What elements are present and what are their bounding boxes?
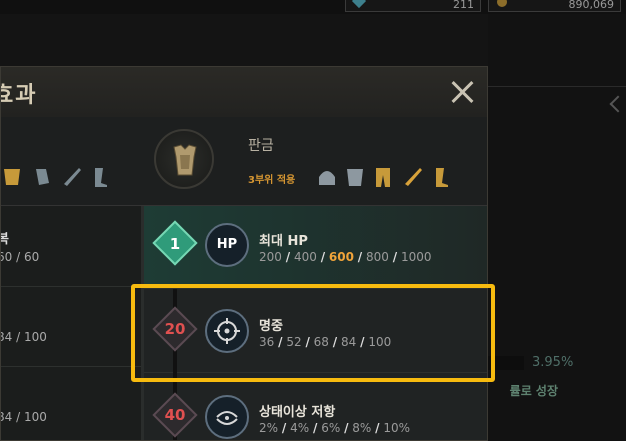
coin-counter: 890,069: [488, 0, 621, 12]
left-stat-name: 복: [1, 228, 9, 247]
modal-title: 효과: [1, 83, 38, 108]
swirl-icon: [216, 411, 238, 425]
modal-header: 효과: [1, 67, 487, 118]
coin-icon: [497, 0, 507, 7]
stat-values: 2% / 4% / 6% / 8% / 10%: [259, 421, 411, 435]
weapon-piece-icon-gold: [405, 168, 422, 186]
left-stat-values: 84 / 100: [0, 330, 47, 344]
close-icon[interactable]: [449, 79, 475, 105]
weapon-piece-icon: [64, 168, 81, 186]
left-stat-values: 84 / 100: [0, 410, 47, 424]
coin-count: 890,069: [568, 0, 615, 11]
stat-value-active: 600: [328, 250, 354, 264]
left-stat-column: 복 60 / 60 84 / 100 84 / 100: [0, 206, 141, 440]
gem-icon: [351, 0, 367, 9]
stat-value: 10%: [383, 421, 411, 435]
stat-value: 200: [259, 250, 282, 264]
left-stat-row: 84 / 100: [1, 286, 141, 367]
highlight-box: [131, 284, 495, 382]
level-number: 1: [169, 235, 181, 253]
set-emblem: [154, 129, 214, 189]
stat-value: 8%: [352, 421, 372, 435]
boots-piece-icon: [95, 168, 107, 187]
plate-armor-icon: [173, 144, 197, 176]
boots-piece-icon-gold: [436, 168, 448, 187]
status-resist-icon: [205, 395, 249, 439]
background-percent: 3.95%: [532, 355, 574, 370]
helmet-piece-icon: [319, 171, 335, 185]
left-stat-row: 복 60 / 60: [1, 206, 141, 287]
left-stat-row: 84 / 100: [0, 366, 141, 440]
background-panel: [488, 14, 626, 441]
hp-icon: HP: [205, 223, 249, 267]
level-number: 40: [164, 406, 186, 424]
legs-piece-icon: [376, 168, 390, 187]
set-panel: 판금 3부위 적용: [1, 117, 487, 206]
stat-value: 6%: [321, 421, 341, 435]
background-growth-text: 률로 성장: [509, 384, 558, 398]
chest-piece-icon: [347, 169, 363, 186]
stat-value: 1000: [400, 250, 432, 264]
background-divider: [488, 86, 626, 87]
set-name: 판금: [248, 138, 274, 154]
stat-values: 200 / 400 / 600 / 800 / 1000: [259, 250, 432, 264]
gem-counter: 211: [345, 0, 481, 12]
stat-name: 최대 HP: [259, 234, 308, 249]
top-resource-bar: 211 890,069: [0, 0, 626, 14]
left-stat-values: 60 / 60: [0, 250, 40, 264]
stat-value: 4%: [290, 421, 310, 435]
stat-value: 400: [293, 250, 317, 264]
armor-piece-icon: [4, 169, 20, 185]
glove-piece-icon: [36, 169, 49, 185]
set-effect-modal: 효과 판금 3부위 적용 복 60 / 60 84 / 100: [0, 66, 488, 441]
set-apply-text: 3부위 적용: [248, 175, 296, 186]
stat-value: 2%: [259, 421, 279, 435]
stat-value: 800: [366, 250, 389, 264]
stat-name: 상태이상 저항: [259, 405, 336, 420]
gem-count: 211: [453, 0, 474, 11]
